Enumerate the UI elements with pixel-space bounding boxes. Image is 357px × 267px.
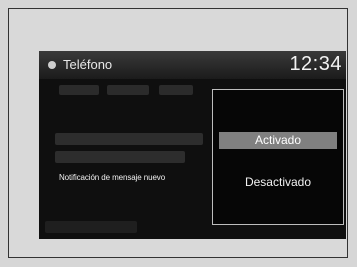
bottom-bar bbox=[45, 221, 137, 233]
top-bar: Teléfono 12:34 bbox=[39, 51, 346, 79]
infotainment-screen: Teléfono 12:34 Notificación de mensaje n… bbox=[39, 51, 346, 239]
tab[interactable] bbox=[59, 85, 99, 95]
option-popup: Activado Desactivado bbox=[212, 89, 344, 225]
figure-frame: Teléfono 12:34 Notificación de mensaje n… bbox=[8, 8, 348, 258]
tab[interactable] bbox=[159, 85, 193, 95]
phone-icon bbox=[48, 61, 56, 69]
page-title: Teléfono bbox=[63, 57, 113, 72]
menu-item-new-message-notification[interactable]: Notificación de mensaje nuevo bbox=[59, 173, 165, 182]
option-activado[interactable]: Activado bbox=[219, 132, 337, 149]
menu-item[interactable] bbox=[55, 151, 185, 163]
menu-item[interactable] bbox=[55, 133, 203, 145]
option-desactivado[interactable]: Desactivado bbox=[219, 174, 337, 191]
clock: 12:34 bbox=[289, 53, 342, 75]
tab-strip bbox=[59, 83, 209, 99]
tab[interactable] bbox=[107, 85, 149, 95]
